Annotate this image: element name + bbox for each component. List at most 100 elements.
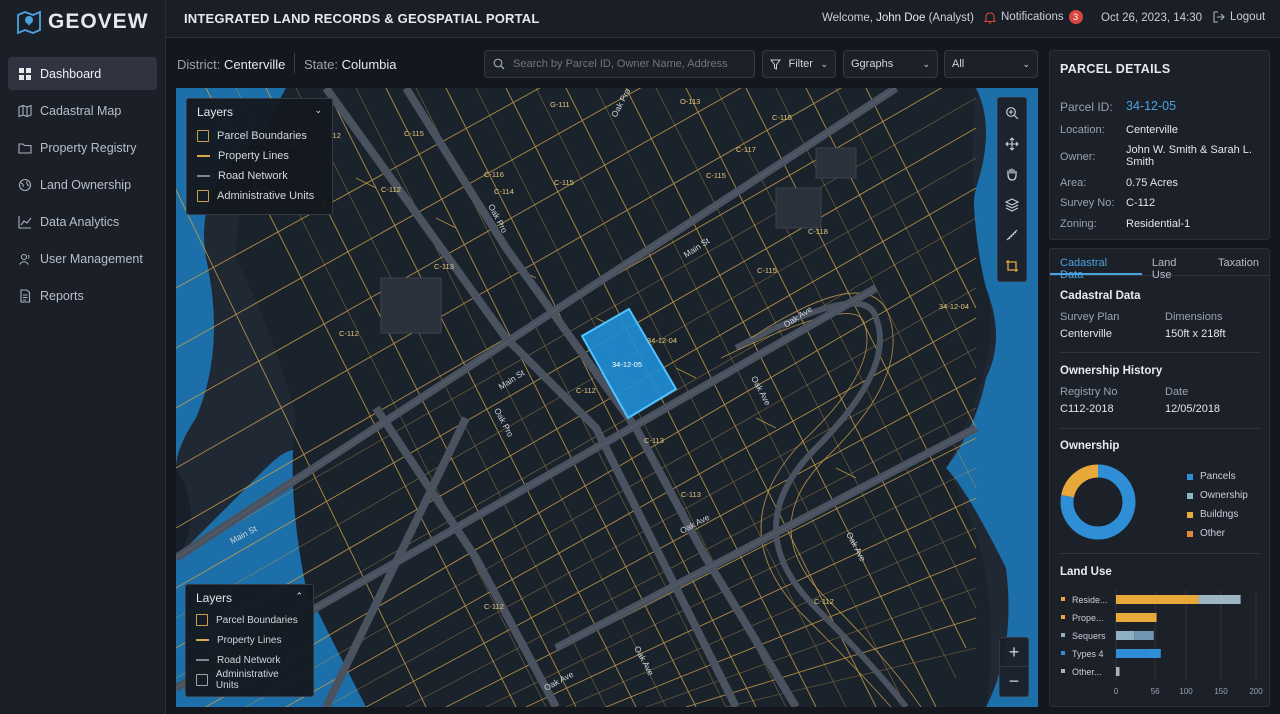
layer-property-lines[interactable]: Property Lines: [197, 146, 322, 166]
tab-cadastral-data[interactable]: Cadastral Data: [1050, 249, 1142, 281]
chevron-down-icon: ⌄: [820, 58, 828, 69]
category-label: Other...: [1072, 667, 1102, 677]
map-logo-icon: [17, 10, 41, 35]
parcel-label: 34-12-04: [939, 302, 969, 311]
parcel-label: C-112: [484, 602, 504, 611]
location-label: Location:: [1060, 124, 1105, 136]
layer-administrative-units[interactable]: Administrative Units: [197, 186, 322, 206]
user-name[interactable]: John Doe: [876, 12, 925, 24]
checkbox[interactable]: [196, 674, 208, 686]
layer-road-network[interactable]: Road Network: [197, 166, 322, 186]
bar-reside: [1198, 595, 1241, 604]
sidebar-item-user-management[interactable]: User Management: [8, 242, 157, 275]
parcel-label: C-115: [772, 113, 792, 122]
sidebar-item-dashboard[interactable]: Dashboard: [8, 57, 157, 90]
search-input[interactable]: [513, 58, 733, 70]
location-value: Centerville: [1126, 124, 1178, 136]
pan-button[interactable]: [998, 129, 1026, 160]
layers-title: Layers: [196, 591, 233, 605]
tab-land-use[interactable]: Land Use: [1142, 249, 1208, 281]
parcel-label: C-117: [736, 145, 756, 154]
move-icon: [1005, 136, 1019, 151]
bar-types4: [1116, 649, 1146, 658]
line-swatch: [196, 639, 209, 641]
x-tick-label: 0: [1114, 687, 1119, 696]
chevron-down-icon[interactable]: ⌄: [314, 105, 322, 119]
parcel-label: C-115: [404, 129, 424, 138]
notifications-button[interactable]: Notifications 3: [984, 10, 1083, 24]
layers-panel-top: Layers ⌄ Parcel Boundaries Property Lines…: [186, 98, 333, 215]
filter-dropdown[interactable]: Filter ⌄: [762, 50, 836, 78]
area-value: 0.75 Acres: [1126, 177, 1178, 189]
all-dropdown[interactable]: All ⌄: [944, 50, 1038, 78]
layer-label: Parcel Boundaries: [217, 130, 307, 142]
category-label: Sequers: [1072, 631, 1106, 641]
category-label: Reside...: [1072, 595, 1108, 605]
zoom-search-button[interactable]: [998, 98, 1026, 129]
chevron-up-icon[interactable]: ⌃: [295, 591, 303, 605]
sidebar-item-property-registry[interactable]: Property Registry: [8, 131, 157, 164]
category-swatch: [1061, 597, 1065, 601]
legend-swatch: [1187, 530, 1193, 537]
sidebar-item-reports[interactable]: Reports: [8, 279, 157, 312]
sidebar-item-label: Data Analytics: [40, 214, 120, 229]
sidebar-item-land-ownership[interactable]: Land Ownership: [8, 168, 157, 201]
cadastral-map[interactable]: G-111 O-113 C-115 C-112 C-115 C-114 C-11…: [176, 88, 1038, 707]
graphs-label: Ggraphs: [851, 58, 894, 70]
crop-button[interactable]: [998, 251, 1026, 282]
layers-button[interactable]: [998, 190, 1026, 221]
sidebar-item-cadastral-map[interactable]: Cadastral Map: [8, 94, 157, 127]
legend-item: Ownership: [1187, 486, 1248, 505]
line-swatch: [196, 659, 209, 661]
date-value: 12/05/2018: [1165, 403, 1221, 415]
parcel-label: 34-12-05: [612, 360, 642, 369]
panel-title: PARCEL DETAILS: [1060, 62, 1171, 76]
crop-icon: [1006, 259, 1018, 272]
parcel-label: C-113: [681, 490, 701, 499]
layer-parcel-boundaries[interactable]: Parcel Boundaries: [197, 126, 322, 146]
land-use-bar-chart: 0 56 100 150 200 Reside... Prope... Sequers Type…: [1061, 590, 1263, 696]
cadastral-section-title: Cadastral Data: [1060, 290, 1141, 302]
sidebar-item-data-analytics[interactable]: Data Analytics: [8, 205, 157, 238]
logo[interactable]: GEOVEW: [16, 6, 149, 38]
legend-item: Other: [1187, 524, 1248, 543]
divider: [1060, 352, 1260, 353]
parcel-details-panel: PARCEL DETAILS Parcel ID: 34-12-05 Locat…: [1049, 50, 1270, 240]
category-swatch: [1061, 651, 1065, 655]
zoning-label: Zoning:: [1060, 218, 1097, 230]
logout-label: Logout: [1230, 11, 1266, 23]
zoom-out-button[interactable]: −: [1000, 667, 1028, 696]
tab-taxation[interactable]: Taxation: [1208, 249, 1269, 275]
district-value: Centerville: [223, 57, 286, 72]
logout-button[interactable]: Logout: [1213, 11, 1265, 23]
filter-icon: [770, 59, 781, 70]
layer-road-network[interactable]: Road Network: [196, 650, 303, 670]
layer-property-lines[interactable]: Property Lines: [196, 630, 303, 650]
search-icon: [493, 58, 505, 70]
category-swatch: [1061, 669, 1065, 673]
state-value: Columbia: [341, 57, 397, 72]
layer-label: Parcel Boundaries: [216, 614, 298, 626]
checkbox[interactable]: [196, 614, 208, 626]
parcel-id-value[interactable]: 34-12-05: [1126, 99, 1176, 113]
measure-button[interactable]: [998, 220, 1026, 251]
layers-stack-icon: [1005, 198, 1019, 212]
zoom-in-button[interactable]: +: [1000, 638, 1028, 667]
history-section-title: Ownership History: [1060, 365, 1163, 377]
bar-prope: [1116, 613, 1157, 622]
layer-parcel-boundaries[interactable]: Parcel Boundaries: [196, 610, 303, 630]
bar-reside: [1116, 595, 1199, 604]
divider: [294, 53, 295, 73]
graphs-dropdown[interactable]: Ggraphs ⌄: [843, 50, 938, 78]
category-swatch: [1061, 633, 1065, 637]
layer-administrative-units[interactable]: Administrative Units: [196, 669, 303, 691]
hand-tool-button[interactable]: [998, 159, 1026, 190]
notifications-label: Notifications: [1001, 11, 1064, 23]
parcel-label: C-115: [757, 266, 777, 275]
parcel-label: G-111: [550, 100, 570, 109]
ruler-icon: [1006, 229, 1018, 241]
checkbox[interactable]: [197, 190, 209, 202]
search-box[interactable]: [484, 50, 755, 78]
sidebar-item-label: User Management: [40, 251, 143, 266]
checkbox[interactable]: [197, 130, 209, 142]
